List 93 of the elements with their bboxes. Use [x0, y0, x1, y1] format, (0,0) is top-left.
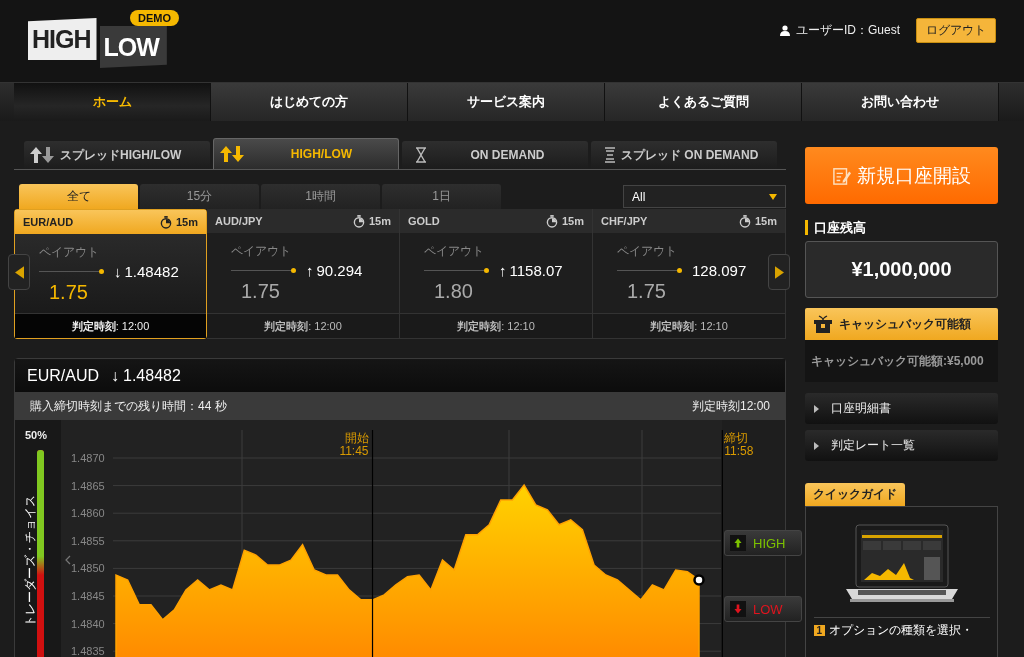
rate-text: 1.48482: [124, 262, 179, 280]
duration-tab[interactable]: 1時間: [261, 184, 380, 209]
arrow-text: ↓: [111, 366, 119, 385]
expiry-time-text: 判定時刻: 12:10: [400, 313, 592, 338]
step-text: オプションの種類を選択・: [829, 622, 974, 639]
rate-text: 1.48482: [123, 366, 181, 385]
rate-text: 128.097: [692, 261, 747, 279]
left-triangle-icon: [14, 265, 24, 279]
asset-card[interactable]: EUR/AUD 15m ペイアウト ↓ 1.48482 1.75 判定時刻: 12:00: [14, 209, 207, 339]
axis-tick-label: 1.4860: [71, 507, 105, 520]
payout-value: 1.75: [241, 280, 281, 303]
duration-text: 15m: [561, 215, 584, 227]
traders-choice-label: トレーダーズ・チョイス: [21, 493, 38, 629]
caret-icon: [769, 193, 777, 200]
payout-value: 1.80: [434, 280, 474, 303]
payout-label: ペイアウト: [231, 243, 292, 260]
rate-text: 1158.07: [509, 261, 563, 279]
countdown-text: 購入締切時刻までの残り時間：44 秒: [30, 397, 227, 415]
asset-filter-dropdown[interactable]: All: [623, 185, 786, 208]
user-id-text: ユーザーID：Guest: [796, 22, 900, 39]
asset-title: EUR/AUD: [27, 366, 99, 385]
payout-value: 1.75: [627, 280, 667, 303]
user-icon: [780, 25, 790, 36]
up-down-arrows-icon: [219, 145, 245, 163]
dot-icon: [99, 268, 104, 274]
arrow-text: ↑: [306, 261, 314, 279]
payout-value: 1.75: [49, 281, 89, 304]
axis-tick-label: 1.4855: [71, 534, 105, 547]
stopwatch-icon: [159, 215, 172, 229]
arrow-text: ↓: [114, 262, 122, 280]
percent-text: 50%: [25, 429, 48, 441]
expiry-time-text: 判定時刻: 12:10: [593, 313, 785, 338]
expiry-time-text: 判定時刻: 12:00: [15, 313, 206, 338]
asset-name: CHF/JPY: [601, 215, 649, 227]
chevron-left-icon: [65, 555, 71, 565]
arrow-text: ↑: [499, 261, 507, 279]
sidebar-link[interactable]: 判定レート一覧: [805, 430, 998, 461]
up-down-arrows-icon: [29, 146, 55, 164]
axis-tick-label: 1.4850: [71, 562, 105, 575]
caret-icon: [814, 404, 819, 413]
axis-tick-label: 1.4835: [71, 645, 105, 657]
rate-text: 90.294: [316, 261, 363, 279]
dot-icon: [484, 267, 489, 273]
payout-label: ペイアウト: [39, 244, 100, 261]
expiry-time-text: 判定時刻12:00: [691, 397, 770, 415]
edit-icon: [832, 166, 851, 185]
nav-tab[interactable]: サービス案内: [408, 83, 605, 121]
stopwatch-icon: [352, 214, 365, 228]
logo-left-plate: HIGH: [28, 18, 97, 60]
duration-tab[interactable]: 15分: [140, 184, 259, 209]
dot-icon: [291, 267, 296, 273]
axis-tick-label: 1.4845: [71, 590, 105, 602]
duration-tab[interactable]: 全て: [19, 184, 138, 209]
product-tab[interactable]: HIGH/LOW: [213, 138, 399, 169]
high-button[interactable]: HIGH: [724, 530, 802, 556]
logo-right-plate: LOW: [99, 26, 167, 68]
gift-icon: [813, 315, 833, 333]
balance-value: ¥1,000,000: [805, 241, 998, 298]
axis-tick-label: 1.4865: [71, 479, 105, 492]
sidebar-link[interactable]: 口座明細書: [805, 393, 998, 424]
balance-label: 口座残高: [805, 220, 998, 235]
nav-tab[interactable]: よくあるご質問: [605, 83, 802, 121]
demo-badge: DEMO: [130, 10, 179, 26]
nav-tab[interactable]: ホーム: [14, 83, 211, 121]
caret-icon: [814, 441, 819, 450]
logout-button[interactable]: ログアウト: [916, 18, 996, 43]
asset-name: EUR/AUD: [23, 216, 75, 228]
stopwatch-icon: [738, 214, 751, 228]
nav-tab[interactable]: お問い合わせ: [802, 83, 999, 121]
asset-name: AUD/JPY: [215, 215, 264, 227]
cashback-amount: キャッシュバック可能額:¥5,000: [805, 340, 998, 382]
previous-button[interactable]: [8, 254, 30, 290]
payout-label: ペイアウト: [617, 243, 678, 260]
dot-icon: [677, 267, 682, 273]
next-button[interactable]: [768, 254, 790, 290]
axis-tick-label: 1.4840: [71, 617, 105, 630]
cashback-title: キャッシュバック可能額: [839, 315, 971, 333]
duration-text: 15m: [175, 216, 198, 228]
price-marker: [693, 574, 705, 586]
axis-tick-label: 1.4870: [71, 452, 105, 464]
right-triangle-icon: [774, 265, 784, 279]
asset-name: GOLD: [408, 215, 441, 227]
marker-label: 開始 11:45: [339, 431, 369, 458]
duration-text: 15m: [368, 215, 391, 227]
stopwatch-icon: [545, 214, 558, 228]
expiry-time-text: 判定時刻: 12:00: [207, 313, 399, 338]
duration-text: 15m: [754, 215, 777, 227]
step-number: 1: [813, 625, 826, 636]
duration-tab[interactable]: 1日: [382, 184, 501, 209]
payout-label: ペイアウト: [424, 243, 485, 260]
quick-guide-tab[interactable]: クイックガイド: [805, 483, 905, 506]
nav-tab[interactable]: はじめての方: [211, 83, 408, 121]
marker-label: 締切 11:58: [724, 431, 754, 458]
